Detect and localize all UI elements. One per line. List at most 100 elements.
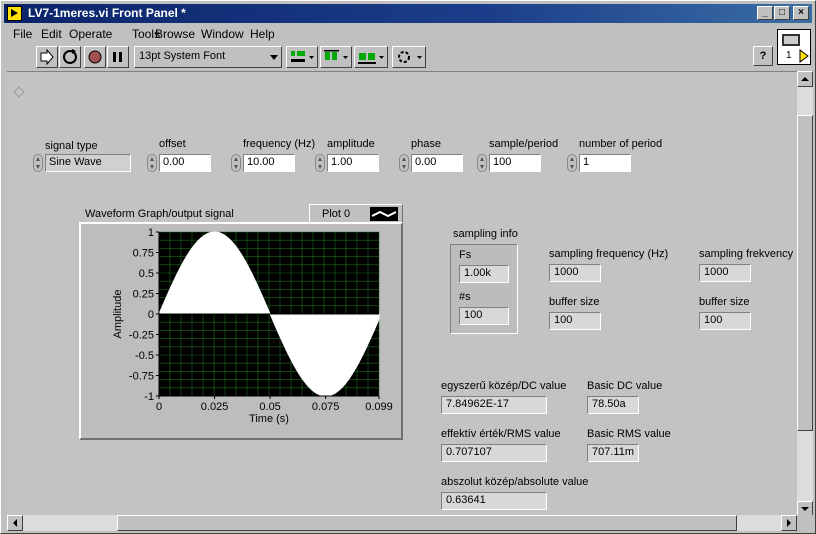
sample-period-control[interactable]: 100	[477, 154, 543, 172]
origin-marker-icon	[13, 86, 25, 98]
menu-edit[interactable]: Edit	[41, 27, 62, 41]
frequency-control[interactable]: 10.00	[231, 154, 297, 172]
title-bar[interactable]: LV7-1meres.vi Front Panel * _ □ ×	[4, 4, 812, 23]
buffer-size-value: 100	[549, 312, 601, 330]
run-arrow-icon[interactable]	[36, 46, 58, 68]
increment-arrows-icon[interactable]	[231, 154, 241, 172]
offset-label: offset	[159, 138, 186, 150]
scroll-up-icon[interactable]	[797, 71, 813, 87]
sampling-info-cluster: Fs 1.00k #s 100	[450, 244, 518, 334]
sampling-frequency-label: sampling frequency (Hz)	[549, 248, 669, 260]
y-tick-label: 0.5	[139, 268, 154, 280]
offset-control[interactable]: 0.00	[147, 154, 213, 172]
chevron-down-icon	[270, 55, 278, 60]
abort-icon[interactable]	[84, 46, 106, 68]
graph-label: Waveform Graph/output signal	[85, 208, 234, 220]
dc-value-label: egyszerű közép/DC value	[441, 380, 567, 392]
buffer-size-2-value: 100	[699, 312, 751, 330]
amplitude-control[interactable]: 1.00	[315, 154, 381, 172]
buffer-size-2-label: buffer size	[699, 296, 750, 308]
increment-arrows-icon[interactable]	[315, 154, 325, 172]
sample-period-field[interactable]: 100	[489, 154, 541, 172]
minimize-button[interactable]: _	[757, 6, 773, 20]
close-button[interactable]: ×	[793, 6, 809, 20]
pause-icon[interactable]	[107, 46, 129, 68]
x-tick-label: 0	[156, 401, 162, 413]
sampling-frekvency-value: 1000	[699, 264, 751, 282]
horizontal-scroll-thumb[interactable]	[117, 515, 737, 531]
x-tick-label: 0.025	[201, 401, 229, 413]
x-tick-label: 0.075	[312, 401, 340, 413]
distribute-objects-icon[interactable]	[320, 46, 352, 68]
basic-dc-value: 78.50a	[587, 396, 639, 414]
phase-label: phase	[411, 138, 441, 150]
toolbar: 13pt System Font	[4, 44, 774, 70]
frequency-field[interactable]: 10.00	[243, 154, 295, 172]
absolute-value: 0.63641	[441, 492, 547, 510]
menu-file[interactable]: File	[13, 27, 32, 41]
front-panel-window: LV7-1meres.vi Front Panel * _ □ × File E…	[0, 0, 816, 534]
waveform-plot[interactable]: 10.750.50.250-0.25-0.5-0.75-10 0.025 0.05 0…	[79, 222, 403, 440]
fs-label: Fs	[459, 249, 472, 261]
maximize-button[interactable]: □	[774, 6, 790, 20]
number-of-period-field[interactable]: 1	[579, 154, 631, 172]
offset-field[interactable]: 0.00	[159, 154, 211, 172]
sampling-frekvency-label: sampling frekvency	[699, 248, 794, 260]
plot-style-icon	[370, 207, 398, 221]
amplitude-label: amplitude	[327, 138, 375, 150]
absolute-value-label: abszolut közép/absolute value	[441, 476, 589, 488]
run-continuously-icon[interactable]	[59, 46, 81, 68]
front-panel: signal type Sine Wave offset 0.00 freque…	[7, 71, 797, 515]
signal-type-value: Sine Wave	[45, 154, 131, 172]
y-tick-label: -0.25	[129, 330, 154, 342]
plot-legend[interactable]: Plot 0	[309, 204, 403, 224]
help-button[interactable]: ?	[753, 46, 773, 66]
ring-arrows-icon[interactable]	[33, 154, 43, 172]
menu-browse[interactable]: Browse	[155, 27, 195, 41]
menu-window[interactable]: Window	[201, 27, 244, 41]
y-axis-label: Amplitude	[112, 290, 124, 339]
scroll-right-icon[interactable]	[781, 515, 797, 531]
increment-arrows-icon[interactable]	[477, 154, 487, 172]
ns-value: 100	[459, 307, 509, 325]
number-of-period-label: number of period	[579, 138, 663, 150]
x-tick-label: 0.099	[365, 401, 393, 413]
menu-bar: File Edit Operate Tools Browse Window He…	[4, 25, 774, 43]
resize-objects-icon[interactable]	[354, 46, 388, 68]
vi-icon[interactable]: 1	[777, 29, 811, 65]
y-tick-label: 1	[148, 227, 154, 239]
signal-type-label: signal type	[45, 140, 98, 152]
y-tick-label: 0.25	[133, 289, 154, 301]
vertical-scrollbar[interactable]	[797, 71, 813, 517]
y-tick-label: 0.75	[133, 248, 154, 260]
sample-period-label: sample/period	[489, 138, 559, 150]
x-tick-label: 0.05	[259, 401, 280, 413]
signal-type-ring[interactable]: Sine Wave	[33, 154, 137, 172]
reorder-icon[interactable]	[392, 46, 426, 68]
buffer-size-label: buffer size	[549, 296, 600, 308]
number-of-period-control[interactable]: 1	[567, 154, 633, 172]
increment-arrows-icon[interactable]	[567, 154, 577, 172]
menu-operate[interactable]: Operate	[69, 27, 112, 41]
sampling-info-title: sampling info	[453, 228, 518, 240]
basic-dc-label: Basic DC value	[587, 380, 663, 392]
scroll-corner	[797, 515, 813, 531]
basic-rms-label: Basic RMS value	[587, 428, 671, 440]
increment-arrows-icon[interactable]	[399, 154, 409, 172]
plot-legend-label: Plot 0	[322, 208, 351, 220]
align-objects-icon[interactable]	[286, 46, 318, 68]
font-select-value: 13pt System Font	[139, 50, 226, 62]
menu-help[interactable]: Help	[250, 27, 275, 41]
rms-value: 0.707107	[441, 444, 547, 462]
window-title: LV7-1meres.vi Front Panel *	[28, 6, 186, 20]
phase-control[interactable]: 0.00	[399, 154, 465, 172]
scroll-left-icon[interactable]	[7, 515, 23, 531]
dc-value: 7.84962E-17	[441, 396, 547, 414]
font-select[interactable]: 13pt System Font	[134, 46, 282, 68]
basic-rms-value: 707.11m	[587, 444, 639, 462]
increment-arrows-icon[interactable]	[147, 154, 157, 172]
vertical-scroll-thumb[interactable]	[797, 115, 813, 431]
horizontal-scrollbar[interactable]	[7, 515, 797, 531]
amplitude-field[interactable]: 1.00	[327, 154, 379, 172]
phase-field[interactable]: 0.00	[411, 154, 463, 172]
